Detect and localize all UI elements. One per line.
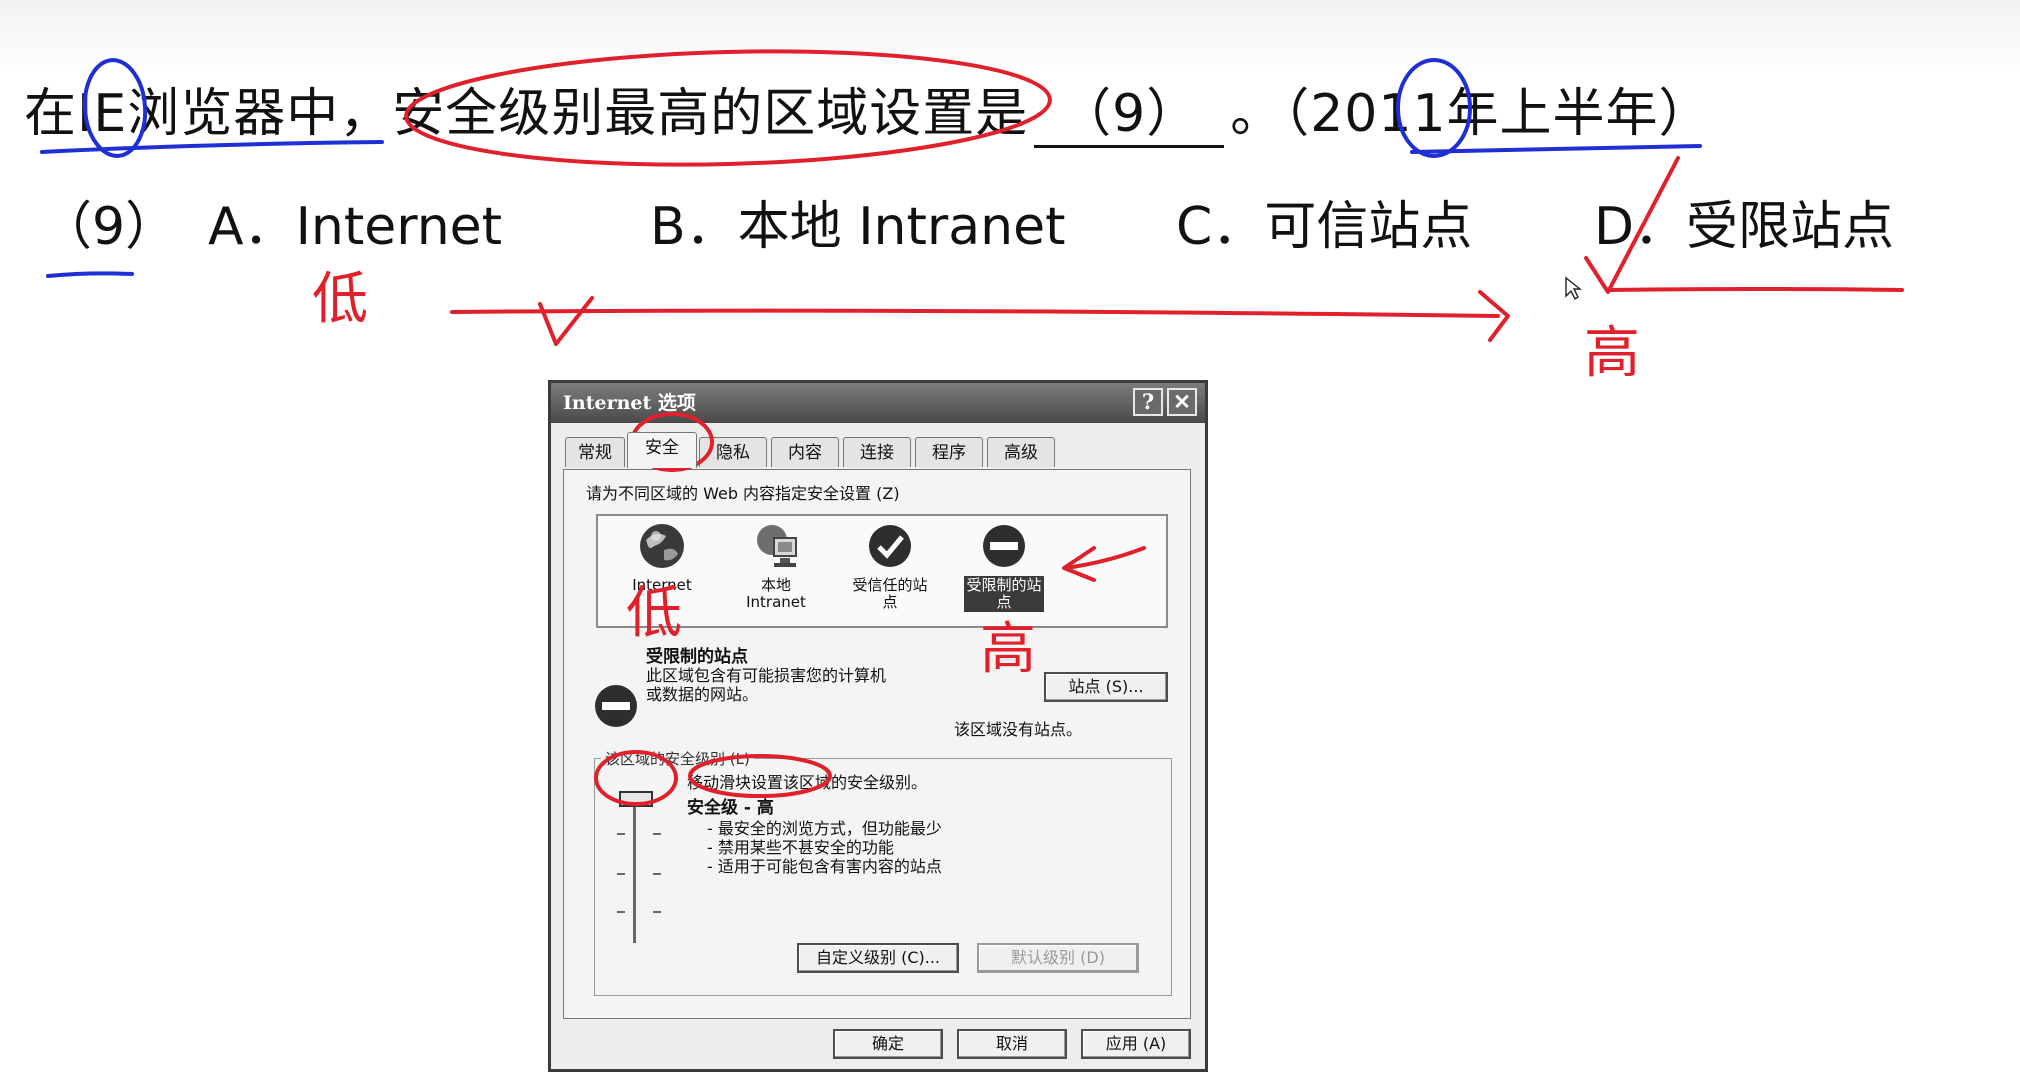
globe-icon — [640, 524, 684, 568]
tab-privacy[interactable]: 隐私 — [699, 437, 767, 467]
question-suffix: 。（2011年上半年） — [1230, 84, 1712, 144]
question-text: 在IE浏览器中，安全级别最高的区域设置是 （9） 。（2011年上半年） — [24, 74, 1712, 154]
tab-general[interactable]: 常规 — [565, 437, 625, 467]
default-level-button: 默认级别 (D) — [977, 943, 1139, 973]
slider-tick — [653, 833, 661, 835]
mouse-cursor-icon — [1565, 276, 1583, 301]
slider-track — [633, 793, 636, 943]
ink-strike-d — [1606, 287, 1904, 292]
question-prefix: 在IE浏览器中，安全级别最高的区域设置是 — [24, 84, 1029, 144]
option-d: D．受限站点 — [1594, 197, 1895, 257]
ink-arrow-head — [1478, 290, 1510, 342]
ok-button[interactable]: 确定 — [833, 1029, 943, 1059]
zone-restricted-sites-label: 受限制的站点 — [964, 576, 1044, 612]
zone-instruction: 请为不同区域的 Web 内容指定安全设置 (Z) — [586, 484, 900, 503]
close-button[interactable]: ✕ — [1167, 388, 1197, 416]
zone-internet[interactable]: Internet — [608, 520, 716, 595]
slider-tick — [653, 911, 661, 913]
checkmark-icon — [869, 525, 911, 567]
dialog-titlebar: Internet 选项 ? ✕ — [551, 383, 1205, 423]
zone-local-intranet-label: 本地 Intranet — [746, 576, 806, 611]
security-level-group: 该区域的安全级别 (L) 移动滑块设置该区域的安全级别。 安全级 - 高 - 最… — [594, 748, 1172, 996]
security-level-slider[interactable] — [619, 791, 653, 807]
zone-internet-label: Internet — [632, 576, 692, 594]
option-c: C．可信站点 — [1176, 197, 1473, 257]
option-a: A．Internet — [208, 197, 503, 257]
no-sites-text: 该区域没有站点。 — [954, 720, 1083, 739]
sites-button[interactable]: 站点 (S)... — [1044, 672, 1168, 702]
internet-options-dialog: Internet 选项 ? ✕ 常规 安全 隐私 内容 连接 程序 高级 请为不… — [548, 380, 1208, 1072]
zone-restricted-sites[interactable]: 受限制的站点 — [950, 520, 1058, 612]
dialog-title: Internet 选项 — [563, 392, 696, 414]
option-number: （9） — [40, 197, 178, 257]
zone-trusted-sites[interactable]: 受信任的站点 — [836, 520, 944, 612]
tab-advanced[interactable]: 高级 — [987, 437, 1055, 467]
slider-hint: 移动滑块设置该区域的安全级别。 — [687, 773, 928, 792]
ink-down-mark — [538, 296, 594, 346]
security-level-bullets: - 最安全的浏览方式，但功能最少 - 禁用某些不甚安全的功能 - 适用于可能包含… — [707, 819, 942, 876]
tab-programs[interactable]: 程序 — [915, 437, 983, 467]
top-shading — [0, 0, 2020, 74]
ink-arrow-line — [450, 308, 1500, 318]
ink-underline-number — [46, 271, 134, 278]
slider-tick — [617, 833, 625, 835]
zone-trusted-sites-label: 受信任的站点 — [852, 576, 928, 611]
security-level-group-title: 该区域的安全级别 (L) — [601, 748, 754, 769]
ink-low-text: 低 — [312, 267, 368, 332]
cancel-button[interactable]: 取消 — [957, 1029, 1067, 1059]
selected-zone-title: 受限制的站点 — [646, 647, 748, 667]
tab-content[interactable]: 内容 — [771, 437, 839, 467]
option-b: B．本地 Intranet — [650, 197, 1066, 257]
help-button[interactable]: ? — [1133, 388, 1163, 416]
restricted-zone-icon — [595, 685, 637, 727]
custom-level-button[interactable]: 自定义级别 (C)... — [797, 943, 959, 973]
zone-local-intranet[interactable]: 本地 Intranet — [722, 520, 830, 612]
slider-tick — [617, 911, 625, 913]
security-level-value: 安全级 - 高 — [687, 798, 774, 818]
answer-blank: （9） — [1034, 83, 1225, 148]
selected-zone-description: 此区域包含有可能损害您的计算机 或数据的网站。 — [646, 666, 887, 704]
ink-high-text: 高 — [1584, 321, 1640, 386]
apply-button[interactable]: 应用 (A) — [1081, 1029, 1191, 1059]
zone-list: Internet 本地 Intranet 受信任的站点 受限制的站 点 — [596, 514, 1168, 628]
tab-security[interactable]: 安全 — [627, 432, 697, 468]
slider-tick — [653, 873, 661, 875]
slider-tick — [617, 873, 625, 875]
security-panel: 请为不同区域的 Web 内容指定安全设置 (Z) Internet 本地 Int… — [563, 469, 1191, 1019]
intranet-computer-icon — [757, 525, 797, 567]
tab-connections[interactable]: 连接 — [843, 437, 911, 467]
no-entry-icon — [983, 525, 1025, 567]
